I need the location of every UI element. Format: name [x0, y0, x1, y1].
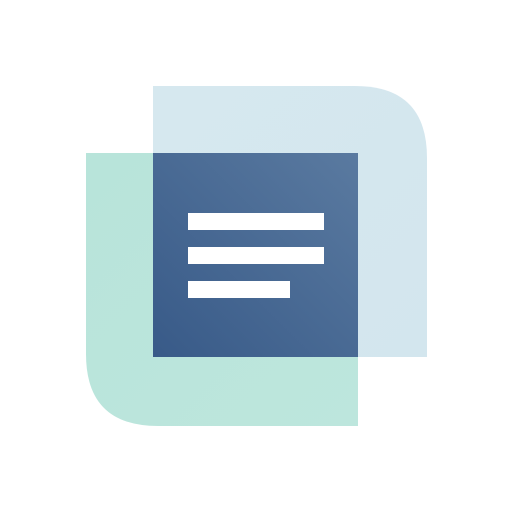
text-line-2	[188, 247, 324, 264]
document-lines-icon	[86, 86, 427, 426]
text-line-3	[188, 281, 290, 298]
text-line-1	[188, 213, 324, 230]
app-icon-canvas	[0, 0, 512, 512]
